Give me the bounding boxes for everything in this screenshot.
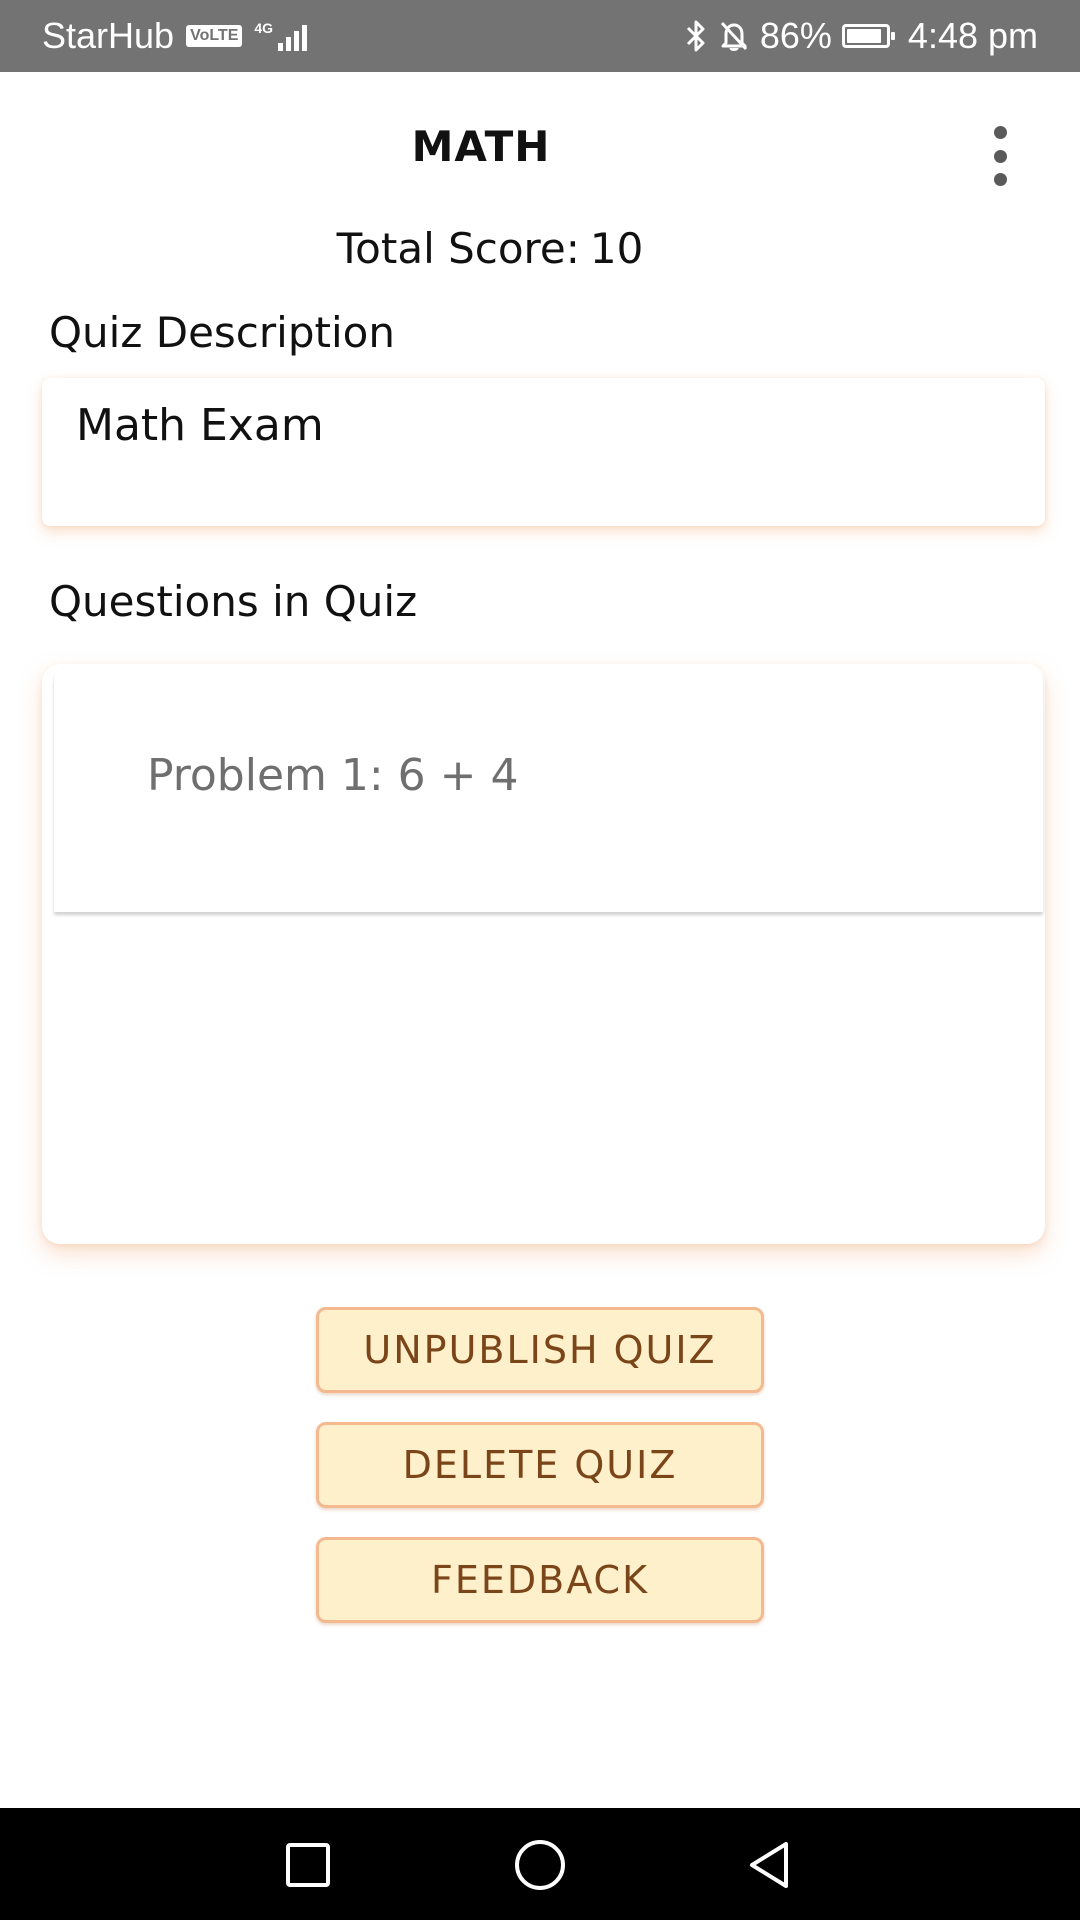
back-icon[interactable] — [746, 1840, 794, 1890]
quiz-description-card: Math Exam — [42, 378, 1045, 526]
questions-list: Problem 1: 6 + 4 — [42, 664, 1045, 1244]
clock: 4:48 pm — [907, 15, 1038, 56]
signal-icon: 4G — [254, 20, 308, 51]
home-icon[interactable] — [515, 1840, 565, 1890]
question-text: Problem 1: 6 + 4 — [147, 750, 519, 801]
quiz-description-text: Math Exam — [76, 400, 324, 451]
delete-quiz-button[interactable]: DELETE QUIZ — [316, 1422, 764, 1508]
recents-icon[interactable] — [286, 1843, 330, 1887]
question-item[interactable]: Problem 1: 6 + 4 — [54, 664, 1043, 912]
status-bar: StarHub VoLTE 4G 86% 4:48 pm — [0, 0, 1080, 72]
page-title: MATH — [411, 122, 551, 171]
battery-percent: 86% — [759, 15, 832, 56]
total-score-value: 10 — [589, 224, 644, 273]
feedback-button[interactable]: FEEDBACK — [316, 1537, 764, 1623]
screen: StarHub VoLTE 4G 86% 4:48 pm MATH Total … — [0, 0, 1080, 1920]
carrier-name: StarHub — [42, 15, 175, 56]
total-score: Total Score: 10 — [0, 224, 980, 273]
network-type: 4G — [254, 20, 274, 36]
navigation-bar — [0, 1808, 1080, 1920]
more-vert-icon[interactable] — [985, 126, 1015, 186]
quiz-description-label: Quiz Description — [49, 308, 395, 357]
notifications-off-icon — [720, 21, 747, 51]
status-right: 86% 4:48 pm — [684, 0, 1038, 72]
bluetooth-icon — [686, 20, 705, 52]
unpublish-quiz-button[interactable]: UNPUBLISH QUIZ — [316, 1307, 764, 1393]
total-score-label: Total Score: — [336, 224, 580, 273]
questions-label: Questions in Quiz — [49, 577, 418, 626]
status-left: StarHub VoLTE 4G — [42, 0, 308, 72]
volte-icon: VoLTE — [186, 25, 243, 47]
battery-icon — [841, 24, 895, 48]
